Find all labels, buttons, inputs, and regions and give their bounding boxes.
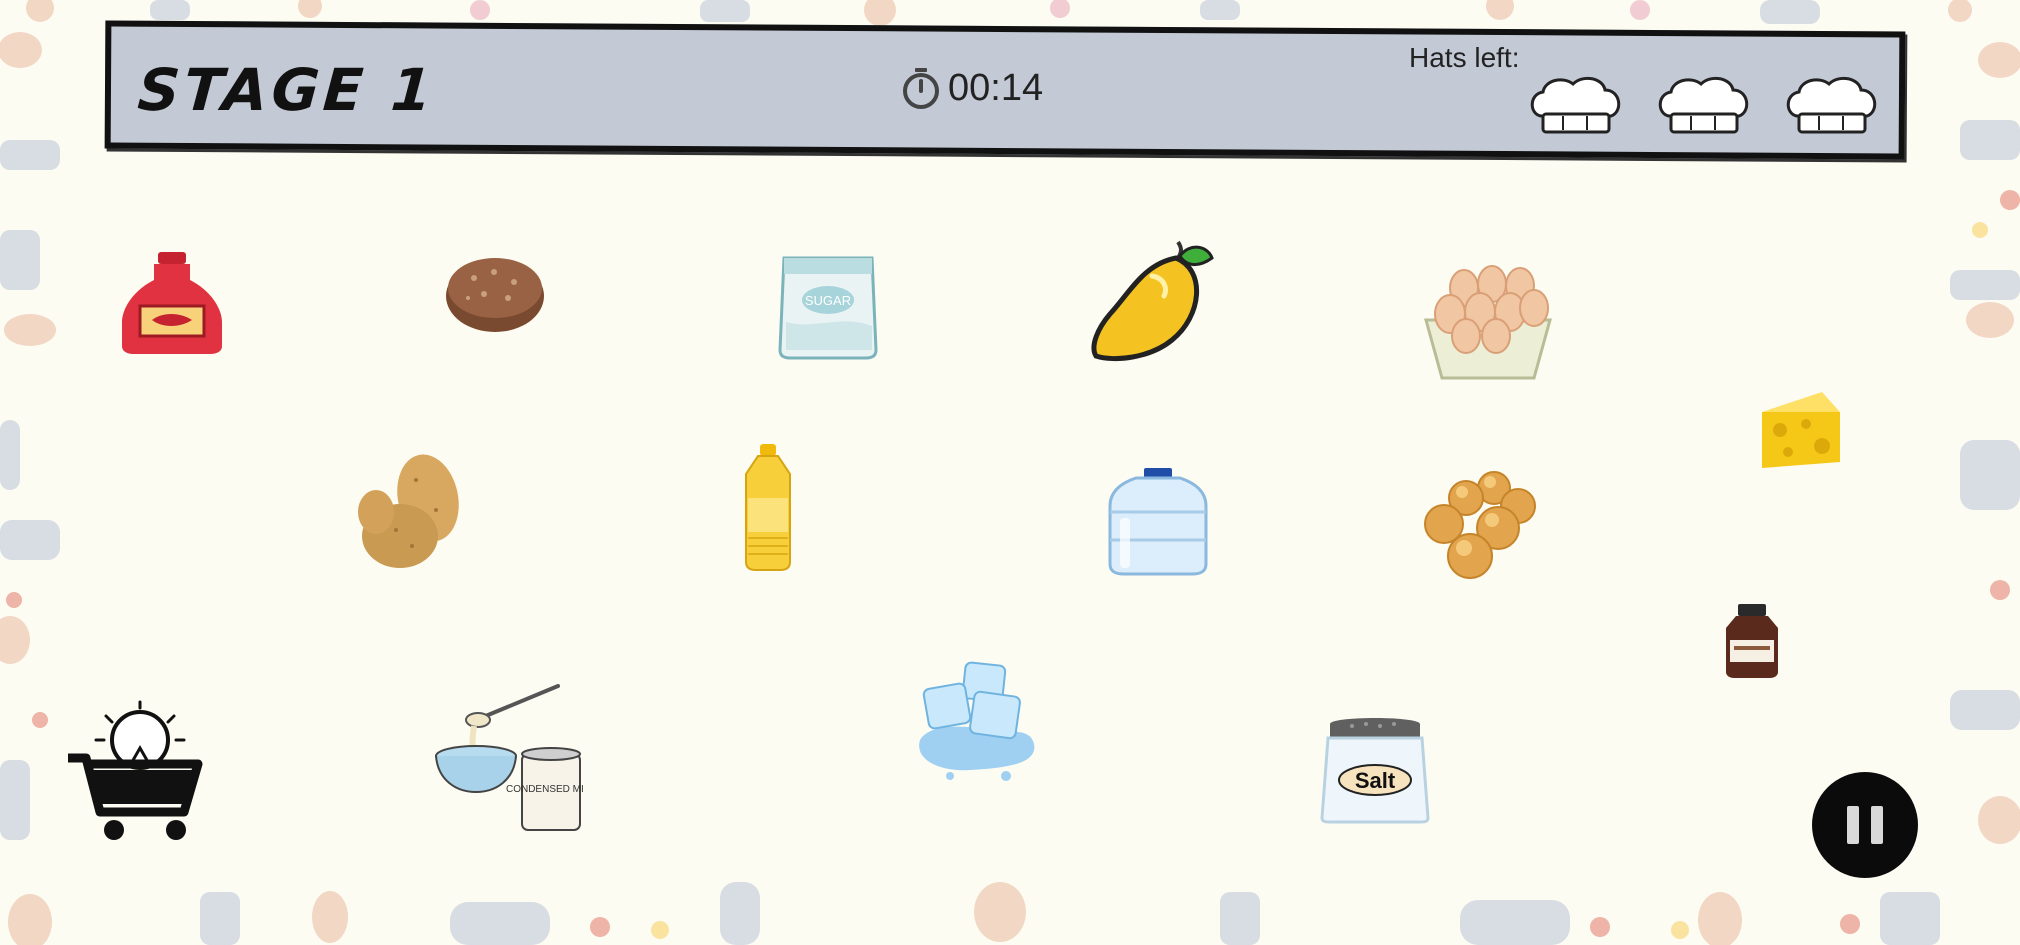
chef-hat-icon bbox=[1658, 76, 1749, 134]
condensed-milk[interactable]: CONDENSED MILK bbox=[432, 684, 584, 832]
timer: 00:14 bbox=[900, 66, 1043, 110]
pause-button[interactable] bbox=[1812, 772, 1918, 878]
cheese-wedge[interactable] bbox=[1758, 390, 1844, 470]
ketchup-bottle[interactable] bbox=[118, 250, 226, 356]
ice-cubes[interactable] bbox=[910, 660, 1040, 782]
chef-hat-icon bbox=[1530, 76, 1621, 134]
egg-carton[interactable] bbox=[1422, 256, 1554, 380]
bread-rolls[interactable] bbox=[1420, 470, 1540, 582]
cooking-oil-bottle[interactable] bbox=[738, 442, 798, 572]
potatoes[interactable] bbox=[356, 450, 470, 578]
condensed-milk-label: CONDENSED MILK bbox=[506, 784, 584, 795]
sugar-label: SUGAR bbox=[805, 293, 851, 308]
shopping-cart-icon bbox=[68, 753, 203, 840]
kitchen-doodle-border-bottom bbox=[8, 882, 1940, 945]
salt-shaker[interactable]: Salt bbox=[1316, 714, 1434, 824]
timer-text: 00:14 bbox=[948, 66, 1044, 109]
lightbulb-icon bbox=[94, 700, 186, 770]
mango[interactable] bbox=[1086, 236, 1216, 366]
kitchen-doodle-border-right bbox=[1950, 42, 2020, 844]
hint-cart-button[interactable] bbox=[66, 700, 206, 842]
chef-hat-icon bbox=[1786, 76, 1877, 134]
burger-patty[interactable] bbox=[444, 248, 546, 334]
hats-left-label: Hats left: bbox=[1409, 42, 1520, 73]
stopwatch-icon bbox=[903, 68, 939, 109]
sugar-bag[interactable]: SUGAR bbox=[776, 250, 880, 360]
stage-title: STAGE 1 bbox=[135, 56, 438, 124]
pause-icon bbox=[1871, 806, 1883, 844]
water-bottle[interactable] bbox=[1106, 466, 1210, 576]
vanilla-extract-bottle[interactable] bbox=[1722, 602, 1782, 680]
salt-label: Salt bbox=[1355, 768, 1396, 793]
pause-icon bbox=[1847, 806, 1859, 844]
